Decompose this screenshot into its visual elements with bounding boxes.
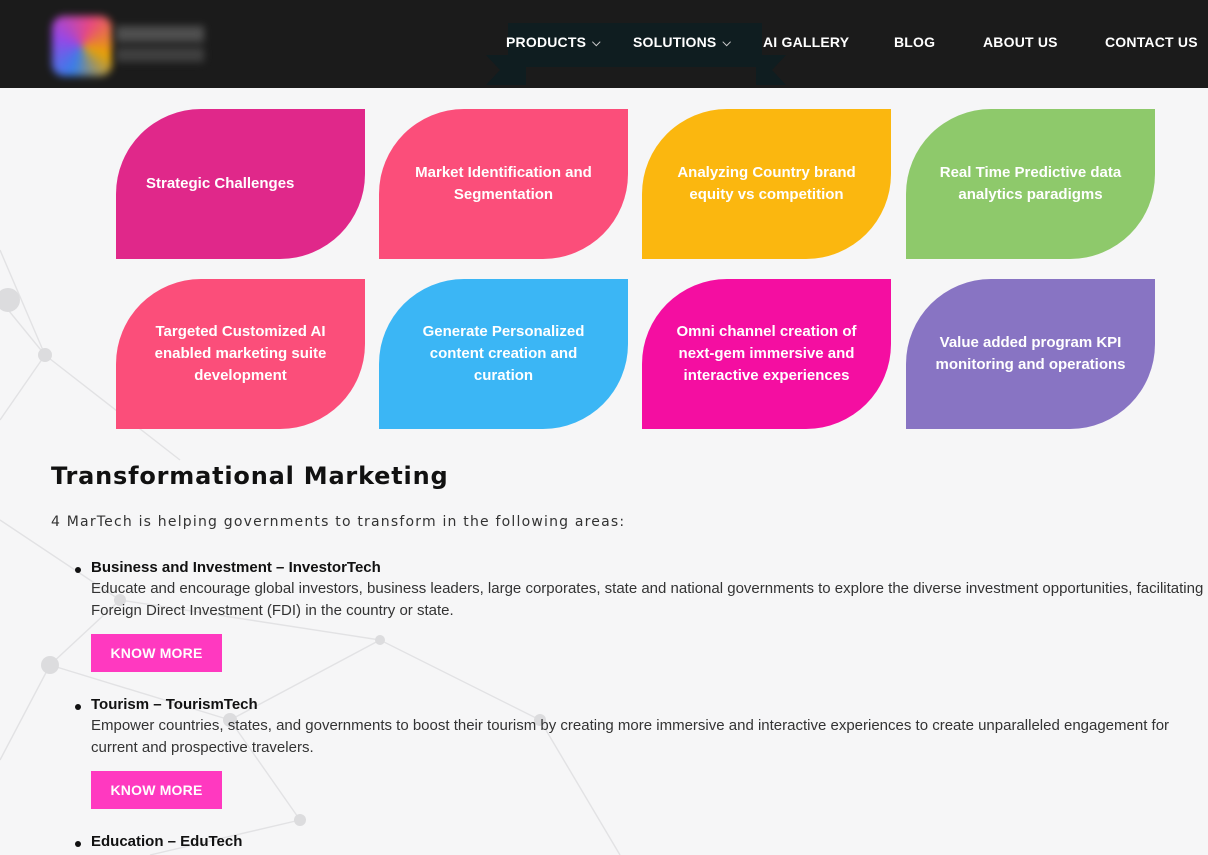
banner-ribbon-left [486,55,526,85]
area-investortech: Business and Investment – InvestorTech E… [75,559,1208,672]
know-more-button[interactable]: KNOW MORE [91,771,222,809]
nav-about-us-label: ABOUT US [983,34,1058,50]
area-edutech: Education – EduTech [75,833,1208,850]
card-label: Real Time Predictive data analytics para… [939,164,1122,203]
card-label: Value added program KPI monitoring and o… [935,334,1126,373]
section-title: Transformational Marketing [51,462,449,490]
area-title: Business and Investment – InvestorTech [91,559,381,576]
nav-solutions-label: SOLUTIONS [633,34,717,50]
card-predictive-analytics: Real Time Predictive data analytics para… [906,109,1155,259]
area-description: Educate and encourage global investors, … [91,580,1204,619]
logo-wordmark [116,26,204,62]
nav-products-label: PRODUCTS [506,34,587,50]
nav-solutions[interactable]: SOLUTIONS ⌵ [633,34,731,50]
card-label: Generate Personalized content creation a… [422,323,585,384]
bullet-icon [75,567,81,573]
area-description: Empower countries, states, and governmen… [91,717,1170,756]
nav-ai-gallery[interactable]: AI GALLERY [763,34,849,50]
card-label: Strategic Challenges [146,175,295,192]
nav-contact-us-label: CONTACT US [1105,34,1198,50]
card-kpi-monitoring: Value added program KPI monitoring and o… [906,279,1155,429]
bullet-icon [75,841,81,847]
card-label: Omni channel creation of next-gem immers… [676,323,857,384]
area-tourismtech: Tourism – TourismTech Empower countries,… [75,696,1208,809]
logo[interactable] [52,16,212,76]
chevron-down-icon: ⌵ [592,37,601,49]
area-title: Education – EduTech [91,833,243,850]
banner-ribbon-right [756,55,786,85]
nav-ai-gallery-label: AI GALLERY [763,34,850,50]
card-targeted-ai-suite: Targeted Customized AI enabled marketing… [116,279,365,429]
nav-about-us[interactable]: ABOUT US [983,34,1058,50]
card-strategic-challenges: Strategic Challenges [116,109,365,259]
nav-products[interactable]: PRODUCTS ⌵ [506,34,601,50]
nav-blog[interactable]: BLOG [894,34,935,50]
logo-mark [52,16,112,76]
nav-contact-us[interactable]: CONTACT US [1105,34,1198,50]
area-title: Tourism – TourismTech [91,696,258,713]
card-label: Market Identification and Segmentation [415,164,592,203]
card-label: Targeted Customized AI enabled marketing… [154,323,327,384]
card-personalized-content: Generate Personalized content creation a… [379,279,628,429]
know-more-button[interactable]: KNOW MORE [91,634,222,672]
card-market-identification: Market Identification and Segmentation [379,109,628,259]
card-country-brand-equity: Analyzing Country brand equity vs compet… [642,109,891,259]
card-omni-channel: Omni channel creation of next-gem immers… [642,279,891,429]
chevron-down-icon: ⌵ [722,37,732,49]
bullet-icon [75,704,81,710]
card-label: Analyzing Country brand equity vs compet… [677,164,856,203]
nav-blog-label: BLOG [894,34,936,50]
section-intro: 4 MarTech is helping governments to tran… [51,514,626,530]
